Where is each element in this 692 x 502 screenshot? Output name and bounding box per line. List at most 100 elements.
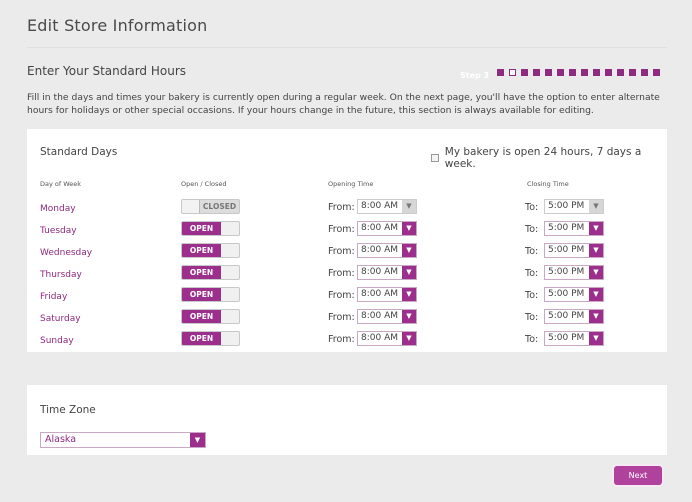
chevron-down-icon[interactable]: ▼ bbox=[402, 222, 416, 235]
day-row: Wednesday OPEN From: 8:00 AM ▼ To: 5:00 … bbox=[27, 243, 667, 263]
closing-time-value: 5:00 PM bbox=[548, 245, 585, 255]
day-row: Friday OPEN From: 8:00 AM ▼ To: 5:00 PM … bbox=[27, 287, 667, 307]
toggle-state: OPEN bbox=[182, 222, 221, 235]
chevron-down-icon[interactable]: ▼ bbox=[190, 433, 205, 447]
chevron-down-icon[interactable]: ▼ bbox=[402, 288, 416, 301]
step-dot bbox=[545, 69, 552, 76]
closing-time-select[interactable]: 5:00 PM ▼ bbox=[544, 199, 604, 214]
from-label: From: bbox=[328, 334, 355, 345]
open-closed-toggle[interactable]: OPEN bbox=[181, 221, 240, 236]
closing-time-select[interactable]: 5:00 PM ▼ bbox=[544, 331, 604, 346]
closing-time-value: 5:00 PM bbox=[548, 289, 585, 299]
day-row: Monday CLOSED From: 8:00 AM ▼ To: 5:00 P… bbox=[27, 199, 667, 219]
toggle-state: OPEN bbox=[182, 310, 221, 323]
day-name: Sunday bbox=[40, 336, 74, 346]
step-progress bbox=[497, 69, 660, 76]
standard-hours-panel: Standard Days My bakery is open 24 hours… bbox=[27, 129, 667, 352]
step-dot bbox=[533, 69, 540, 76]
to-label: To: bbox=[525, 246, 539, 257]
chevron-down-icon[interactable]: ▼ bbox=[402, 310, 416, 323]
step-dot bbox=[521, 69, 528, 76]
chevron-down-icon[interactable]: ▼ bbox=[402, 200, 416, 213]
page-title: Edit Store Information bbox=[27, 16, 208, 35]
step-dot bbox=[509, 69, 516, 76]
opening-time-select[interactable]: 8:00 AM ▼ bbox=[357, 243, 417, 258]
chevron-down-icon[interactable]: ▼ bbox=[589, 266, 603, 279]
to-label: To: bbox=[525, 290, 539, 301]
timezone-select[interactable]: Alaska ▼ bbox=[40, 432, 206, 448]
chevron-down-icon[interactable]: ▼ bbox=[589, 222, 603, 235]
divider bbox=[27, 47, 667, 48]
timezone-title: Time Zone bbox=[40, 404, 96, 416]
opening-time-value: 8:00 AM bbox=[361, 245, 398, 255]
open-closed-toggle[interactable]: OPEN bbox=[181, 287, 240, 302]
closing-time-select[interactable]: 5:00 PM ▼ bbox=[544, 309, 604, 324]
opening-time-select[interactable]: 8:00 AM ▼ bbox=[357, 287, 417, 302]
day-name: Tuesday bbox=[40, 226, 77, 236]
toggle-knob bbox=[182, 200, 200, 213]
from-label: From: bbox=[328, 202, 355, 213]
open-closed-toggle[interactable]: OPEN bbox=[181, 331, 240, 346]
step-dot bbox=[497, 69, 504, 76]
all-day-checkbox[interactable] bbox=[431, 154, 439, 162]
chevron-down-icon[interactable]: ▼ bbox=[589, 288, 603, 301]
column-header-day: Day of Week bbox=[40, 180, 82, 188]
step-dot bbox=[593, 69, 600, 76]
column-header-closing: Closing Time bbox=[527, 180, 569, 188]
closing-time-select[interactable]: 5:00 PM ▼ bbox=[544, 265, 604, 280]
closing-time-select[interactable]: 5:00 PM ▼ bbox=[544, 243, 604, 258]
chevron-down-icon[interactable]: ▼ bbox=[589, 244, 603, 257]
column-header-status: Open / Closed bbox=[181, 180, 227, 188]
day-row: Thursday OPEN From: 8:00 AM ▼ To: 5:00 P… bbox=[27, 265, 667, 285]
chevron-down-icon[interactable]: ▼ bbox=[402, 244, 416, 257]
all-day-option[interactable]: My bakery is open 24 hours, 7 days a wee… bbox=[431, 146, 667, 170]
section-heading: Enter Your Standard Hours bbox=[27, 64, 187, 78]
open-closed-toggle[interactable]: OPEN bbox=[181, 265, 240, 280]
opening-time-select[interactable]: 8:00 AM ▼ bbox=[357, 221, 417, 236]
day-name: Saturday bbox=[40, 314, 81, 324]
chevron-down-icon[interactable]: ▼ bbox=[402, 266, 416, 279]
to-label: To: bbox=[525, 202, 539, 213]
timezone-panel: Time Zone Alaska ▼ bbox=[27, 385, 667, 455]
opening-time-select[interactable]: 8:00 AM ▼ bbox=[357, 199, 417, 214]
toggle-state: CLOSED bbox=[202, 202, 237, 211]
standard-days-title: Standard Days bbox=[40, 146, 118, 158]
open-closed-toggle[interactable]: OPEN bbox=[181, 309, 240, 324]
opening-time-select[interactable]: 8:00 AM ▼ bbox=[357, 331, 417, 346]
day-row: Sunday OPEN From: 8:00 AM ▼ To: 5:00 PM … bbox=[27, 331, 667, 351]
opening-time-select[interactable]: 8:00 AM ▼ bbox=[357, 265, 417, 280]
opening-time-value: 8:00 AM bbox=[361, 333, 398, 343]
step-dot bbox=[617, 69, 624, 76]
from-label: From: bbox=[328, 246, 355, 257]
step-dot bbox=[641, 69, 648, 76]
day-row: Tuesday OPEN From: 8:00 AM ▼ To: 5:00 PM… bbox=[27, 221, 667, 241]
day-name: Monday bbox=[40, 204, 76, 214]
toggle-state: OPEN bbox=[182, 266, 221, 279]
opening-time-select[interactable]: 8:00 AM ▼ bbox=[357, 309, 417, 324]
closing-time-value: 5:00 PM bbox=[548, 223, 585, 233]
toggle-state: OPEN bbox=[182, 288, 221, 301]
opening-time-value: 8:00 AM bbox=[361, 201, 398, 211]
closing-time-value: 5:00 PM bbox=[548, 201, 585, 211]
step-dot bbox=[581, 69, 588, 76]
timezone-value: Alaska bbox=[45, 434, 77, 445]
closing-time-value: 5:00 PM bbox=[548, 333, 585, 343]
step-dot bbox=[629, 69, 636, 76]
chevron-down-icon[interactable]: ▼ bbox=[589, 200, 603, 213]
closing-time-select[interactable]: 5:00 PM ▼ bbox=[544, 287, 604, 302]
day-name: Friday bbox=[40, 292, 68, 302]
open-closed-toggle[interactable]: OPEN bbox=[181, 243, 240, 258]
next-button[interactable]: Next bbox=[614, 466, 662, 485]
closing-time-select[interactable]: 5:00 PM ▼ bbox=[544, 221, 604, 236]
chevron-down-icon[interactable]: ▼ bbox=[589, 310, 603, 323]
all-day-label: My bakery is open 24 hours, 7 days a wee… bbox=[444, 146, 642, 170]
step-dot bbox=[653, 69, 660, 76]
opening-time-value: 8:00 AM bbox=[361, 289, 398, 299]
chevron-down-icon[interactable]: ▼ bbox=[589, 332, 603, 345]
to-label: To: bbox=[525, 312, 539, 323]
from-label: From: bbox=[328, 290, 355, 301]
closing-time-value: 5:00 PM bbox=[548, 267, 585, 277]
open-closed-toggle[interactable]: CLOSED bbox=[181, 199, 240, 214]
intro-text: Fill in the days and times your bakery i… bbox=[27, 92, 660, 116]
chevron-down-icon[interactable]: ▼ bbox=[402, 332, 416, 345]
